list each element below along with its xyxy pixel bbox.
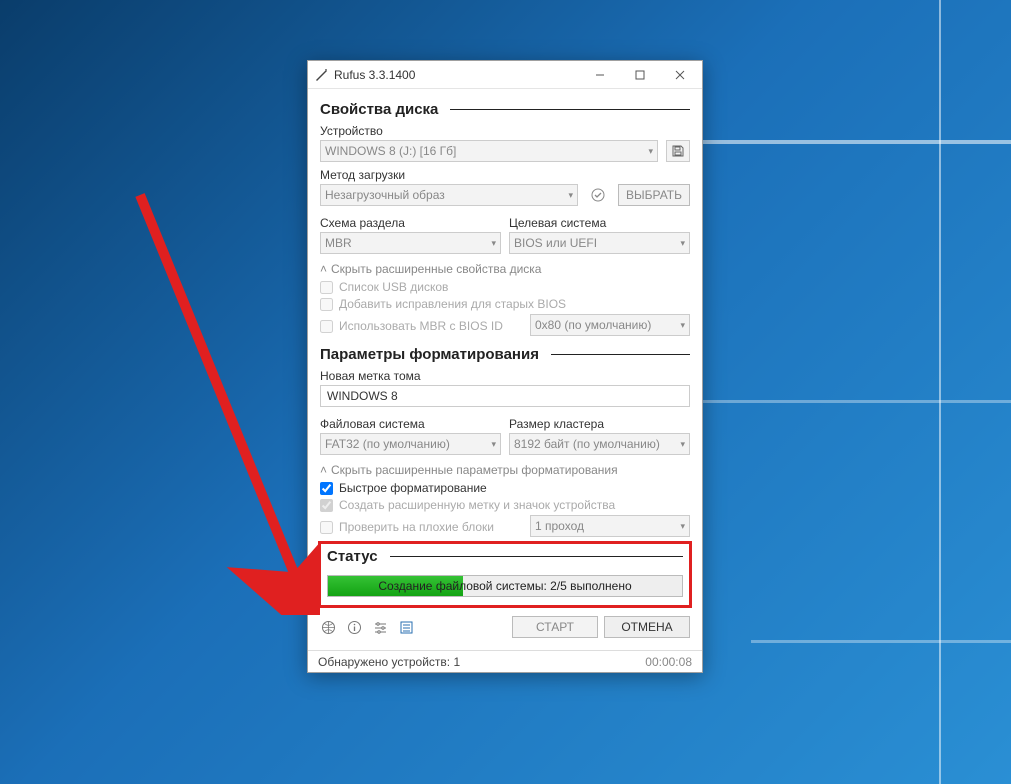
app-icon (314, 68, 328, 82)
section-format-options: Параметры форматирования (320, 346, 690, 363)
boot-method-value: Незагрузочный образ (325, 188, 445, 202)
chevron-down-icon: ▾ (680, 439, 685, 450)
progress-text: Создание файловой системы: 2/5 выполнено (328, 576, 682, 596)
boot-method-select[interactable]: Незагрузочный образ ▾ (320, 184, 578, 206)
chevron-down-icon: ▾ (680, 521, 685, 532)
cluster-size-label: Размер кластера (509, 417, 690, 431)
section-heading: Свойства диска (320, 101, 438, 118)
chk-mbr-bios-id[interactable]: Использовать MBR с BIOS ID (320, 319, 522, 333)
bios-id-select[interactable]: 0x80 (по умолчанию) ▾ (530, 314, 690, 336)
progress-bar: Создание файловой системы: 2/5 выполнено (327, 575, 683, 597)
floppy-icon (671, 144, 685, 158)
chk-list-usb-box[interactable] (320, 281, 333, 294)
target-system-label: Целевая система (509, 216, 690, 230)
cluster-size-select[interactable]: 8192 байт (по умолчанию) ▾ (509, 433, 690, 455)
sliders-icon (373, 620, 388, 635)
partition-scheme-select[interactable]: MBR ▾ (320, 232, 501, 254)
device-select[interactable]: WINDOWS 8 (J:) [16 Гб] ▾ (320, 140, 658, 162)
chk-quick-format-box[interactable] (320, 482, 333, 495)
bios-id-value: 0x80 (по умолчанию) (535, 318, 651, 332)
divider (450, 109, 690, 110)
statusbar: Обнаружено устройств: 1 00:00:08 (308, 650, 702, 672)
filesystem-label: Файловая система (320, 417, 501, 431)
chk-bad-blocks[interactable]: Проверить на плохие блоки (320, 520, 522, 534)
status-highlight-box: Статус Создание файловой системы: 2/5 вы… (318, 541, 692, 608)
minimize-button[interactable] (580, 61, 620, 89)
language-button[interactable] (320, 619, 336, 635)
chevron-down-icon: ▾ (568, 190, 573, 201)
divider (390, 556, 683, 557)
chevron-down-icon: ▾ (491, 238, 496, 249)
target-system-value: BIOS или UEFI (514, 236, 597, 250)
maximize-button[interactable] (620, 61, 660, 89)
save-device-button[interactable] (666, 140, 690, 162)
chk-bios-fix[interactable]: Добавить исправления для старых BIOS (320, 297, 690, 311)
passes-select[interactable]: 1 проход ▾ (530, 515, 690, 537)
filesystem-select[interactable]: FAT32 (по умолчанию) ▾ (320, 433, 501, 455)
select-iso-button[interactable]: ВЫБРАТЬ (618, 184, 690, 206)
chk-mbr-bios-id-box[interactable] (320, 320, 333, 333)
toggle-advanced-format[interactable]: ˄ Скрыть расширенные параметры форматиро… (320, 463, 690, 477)
partition-scheme-label: Схема раздела (320, 216, 501, 230)
chk-list-usb[interactable]: Список USB дисков (320, 280, 690, 294)
chevron-down-icon: ▾ (680, 238, 685, 249)
globe-icon (321, 620, 336, 635)
statusbar-devices: Обнаружено устройств: 1 (318, 655, 460, 669)
log-button[interactable] (398, 619, 414, 635)
section-heading: Статус (327, 548, 378, 565)
chevron-down-icon: ▾ (680, 320, 685, 331)
divider (551, 354, 690, 355)
chk-extended-label-box[interactable] (320, 499, 333, 512)
filesystem-value: FAT32 (по умолчанию) (325, 437, 450, 451)
chk-bad-blocks-box[interactable] (320, 521, 333, 534)
device-value: WINDOWS 8 (J:) [16 Гб] (325, 144, 456, 158)
titlebar[interactable]: Rufus 3.3.1400 (308, 61, 702, 89)
target-system-select[interactable]: BIOS или UEFI ▾ (509, 232, 690, 254)
volume-label-label: Новая метка тома (320, 369, 690, 383)
chevron-up-icon: ˄ (320, 463, 327, 477)
info-icon (347, 620, 362, 635)
chevron-up-icon: ˄ (320, 262, 327, 276)
partition-scheme-value: MBR (325, 236, 352, 250)
chevron-down-icon: ▾ (491, 439, 496, 450)
chevron-down-icon: ▾ (648, 146, 653, 157)
cluster-size-value: 8192 байт (по умолчанию) (514, 437, 660, 451)
chk-quick-format[interactable]: Быстрое форматирование (320, 481, 690, 495)
close-button[interactable] (660, 61, 700, 89)
about-button[interactable] (346, 619, 362, 635)
window-title: Rufus 3.3.1400 (334, 68, 580, 82)
check-circle-icon (590, 187, 606, 203)
statusbar-timer: 00:00:08 (645, 655, 692, 669)
cancel-button[interactable]: ОТМЕНА (604, 616, 690, 638)
volume-label-input[interactable]: WINDOWS 8 (320, 385, 690, 407)
device-label: Устройство (320, 124, 690, 138)
chk-bios-fix-box[interactable] (320, 298, 333, 311)
section-disk-properties: Свойства диска (320, 101, 690, 118)
section-heading: Параметры форматирования (320, 346, 539, 363)
log-icon (399, 620, 414, 635)
boot-method-label: Метод загрузки (320, 168, 690, 182)
settings-button[interactable] (372, 619, 388, 635)
start-button[interactable]: СТАРТ (512, 616, 598, 638)
app-window: Rufus 3.3.1400 Свойства диска Устройство… (307, 60, 703, 673)
chk-extended-label[interactable]: Создать расширенную метку и значок устро… (320, 498, 690, 512)
toggle-advanced-disk[interactable]: ˄ Скрыть расширенные свойства диска (320, 262, 690, 276)
section-status: Статус (327, 548, 683, 565)
passes-value: 1 проход (535, 519, 584, 533)
verify-iso-button[interactable] (586, 184, 610, 206)
